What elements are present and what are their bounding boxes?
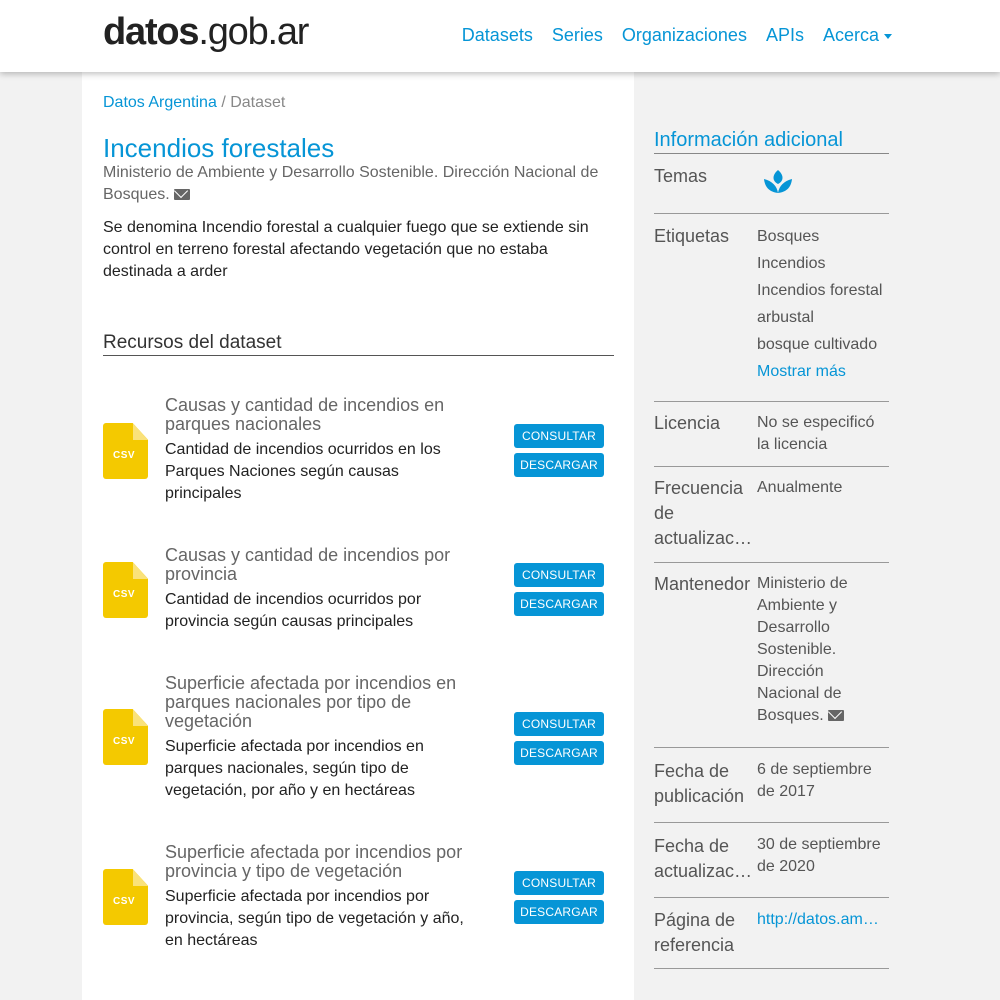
file-format-label: CSV xyxy=(113,589,136,600)
nav-organizaciones[interactable]: Organizaciones xyxy=(622,25,747,46)
consult-button[interactable]: CONSULTAR xyxy=(514,424,604,448)
file-format-label: CSV xyxy=(113,896,136,907)
additional-info-sidebar: Información adicional Temas Etiquetas Bo… xyxy=(634,72,910,1000)
breadcrumb-current: Dataset xyxy=(230,94,286,111)
tag-item[interactable]: Incendios forestal xyxy=(757,277,889,304)
info-value: Ministerio de Ambiente y Desarrollo Sost… xyxy=(757,573,889,727)
info-label: Frecuencia de actualizac… xyxy=(654,476,754,551)
maintainer-name: Ministerio de Ambiente y Desarrollo Sost… xyxy=(757,575,848,724)
tag-item[interactable]: Bosques xyxy=(757,223,889,250)
info-row-publicacion: Fecha de publicación 6 de septiembre de … xyxy=(654,748,889,823)
csv-file-icon[interactable]: CSV xyxy=(103,869,148,925)
show-more-link[interactable]: Mostrar más xyxy=(757,358,889,385)
info-label: Temas xyxy=(654,166,708,186)
main-container: Datos Argentina / Dataset Incendios fore… xyxy=(82,72,910,1000)
info-value: 6 de septiembre de 2017 xyxy=(757,761,872,800)
info-row-mantenedor: Mantenedor Ministerio de Ambiente y Desa… xyxy=(654,563,889,748)
tags-list: Bosques Incendios Incendios forestal arb… xyxy=(757,223,889,385)
breadcrumb-separator: / xyxy=(221,94,226,111)
info-row-licencia: Licencia No se especificó la licencia xyxy=(654,402,889,467)
tag-item[interactable]: arbustal xyxy=(757,304,889,331)
file-format-label: CSV xyxy=(113,450,136,461)
info-row-frecuencia: Frecuencia de actualizac… Anualmente xyxy=(654,467,889,563)
logo-rest: .gob.ar xyxy=(198,11,309,53)
main-nav: Datasets Series Organizaciones APIs Acer… xyxy=(462,25,892,46)
info-label-line: Fecha de xyxy=(654,836,730,856)
info-label-line: Frecuencia xyxy=(654,478,744,498)
download-button[interactable]: DESCARGAR xyxy=(514,453,604,477)
resources-heading: Recursos del dataset xyxy=(103,332,614,356)
info-label: Etiquetas xyxy=(654,226,730,246)
resource-title[interactable]: Superficie afectada por incendios por pr… xyxy=(165,843,465,881)
resource-title[interactable]: Causas y cantidad de incendios por provi… xyxy=(165,546,465,584)
nav-apis[interactable]: APIs xyxy=(766,25,804,46)
info-label: Licencia xyxy=(654,413,721,433)
resource-description: Cantidad de incendios ocurridos en los P… xyxy=(165,441,441,502)
site-logo[interactable]: datos.gob.ar xyxy=(103,11,309,54)
info-value: Anualmente xyxy=(757,479,843,496)
dataset-description: Se denomina Incendio forestal a cualquie… xyxy=(103,219,589,280)
file-format-label: CSV xyxy=(113,736,136,747)
csv-file-icon[interactable]: CSV xyxy=(103,423,148,479)
info-label-line: actualizac… xyxy=(654,528,753,548)
resource-title[interactable]: Superficie afectada por incendios en par… xyxy=(165,674,465,731)
csv-file-icon[interactable]: CSV xyxy=(103,562,148,618)
info-row-pagina: Página de referencia http://datos.am… xyxy=(654,898,889,969)
resource-description: Cantidad de incendios ocurridos por prov… xyxy=(165,591,422,630)
tag-item[interactable]: Incendios xyxy=(757,250,889,277)
logo-bold: datos xyxy=(103,11,200,53)
nav-datasets[interactable]: Datasets xyxy=(462,25,533,46)
leaf-icon[interactable] xyxy=(762,168,794,200)
info-label-line: actualizac… xyxy=(654,861,753,881)
download-button[interactable]: DESCARGAR xyxy=(514,592,604,616)
info-row-etiquetas: Etiquetas Bosques Incendios Incendios fo… xyxy=(654,214,889,402)
nav-acerca[interactable]: Acerca xyxy=(823,25,892,46)
info-label: Página de referencia xyxy=(654,910,736,955)
nav-series[interactable]: Series xyxy=(552,25,603,46)
mail-icon[interactable] xyxy=(827,710,844,722)
breadcrumb: Datos Argentina / Dataset xyxy=(103,94,285,112)
info-label: Fecha de actualizac… xyxy=(654,834,754,884)
mail-icon[interactable] xyxy=(173,189,190,201)
dataset-title: Incendios forestales xyxy=(103,133,335,163)
info-row-temas: Temas xyxy=(654,154,889,214)
download-button[interactable]: DESCARGAR xyxy=(514,900,604,924)
resource-title[interactable]: Causas y cantidad de incendios en parque… xyxy=(165,396,465,434)
resource-description: Superficie afectada por incendios en par… xyxy=(165,738,424,799)
consult-button[interactable]: CONSULTAR xyxy=(514,871,604,895)
nav-acerca-label: Acerca xyxy=(822,25,879,45)
info-row-actualizacion: Fecha de actualizac… 30 de septiembre de… xyxy=(654,823,889,898)
breadcrumb-home[interactable]: Datos Argentina xyxy=(103,94,217,111)
resource-description: Superficie afectada por incendios por pr… xyxy=(165,888,464,949)
info-label-line: de xyxy=(654,503,675,523)
info-label: Mantenedor xyxy=(654,574,751,594)
info-value: 30 de septiembre de 2020 xyxy=(757,836,881,875)
info-value: No se especificó la licencia xyxy=(757,414,875,453)
download-button[interactable]: DESCARGAR xyxy=(514,741,604,765)
reference-link[interactable]: http://datos.am… xyxy=(757,909,889,931)
sidebar-title: Información adicional xyxy=(654,129,889,154)
caret-down-icon xyxy=(884,33,892,39)
dataset-organization: Ministerio de Ambiente y Desarrollo Sost… xyxy=(103,162,613,206)
consult-button[interactable]: CONSULTAR xyxy=(514,712,604,736)
top-navbar: datos.gob.ar Datasets Series Organizacio… xyxy=(0,0,1000,72)
tag-item[interactable]: bosque cultivado xyxy=(757,331,889,358)
info-value: http://datos.am… xyxy=(757,909,889,931)
info-label: Fecha de publicación xyxy=(654,761,745,806)
consult-button[interactable]: CONSULTAR xyxy=(514,563,604,587)
csv-file-icon[interactable]: CSV xyxy=(103,709,148,765)
